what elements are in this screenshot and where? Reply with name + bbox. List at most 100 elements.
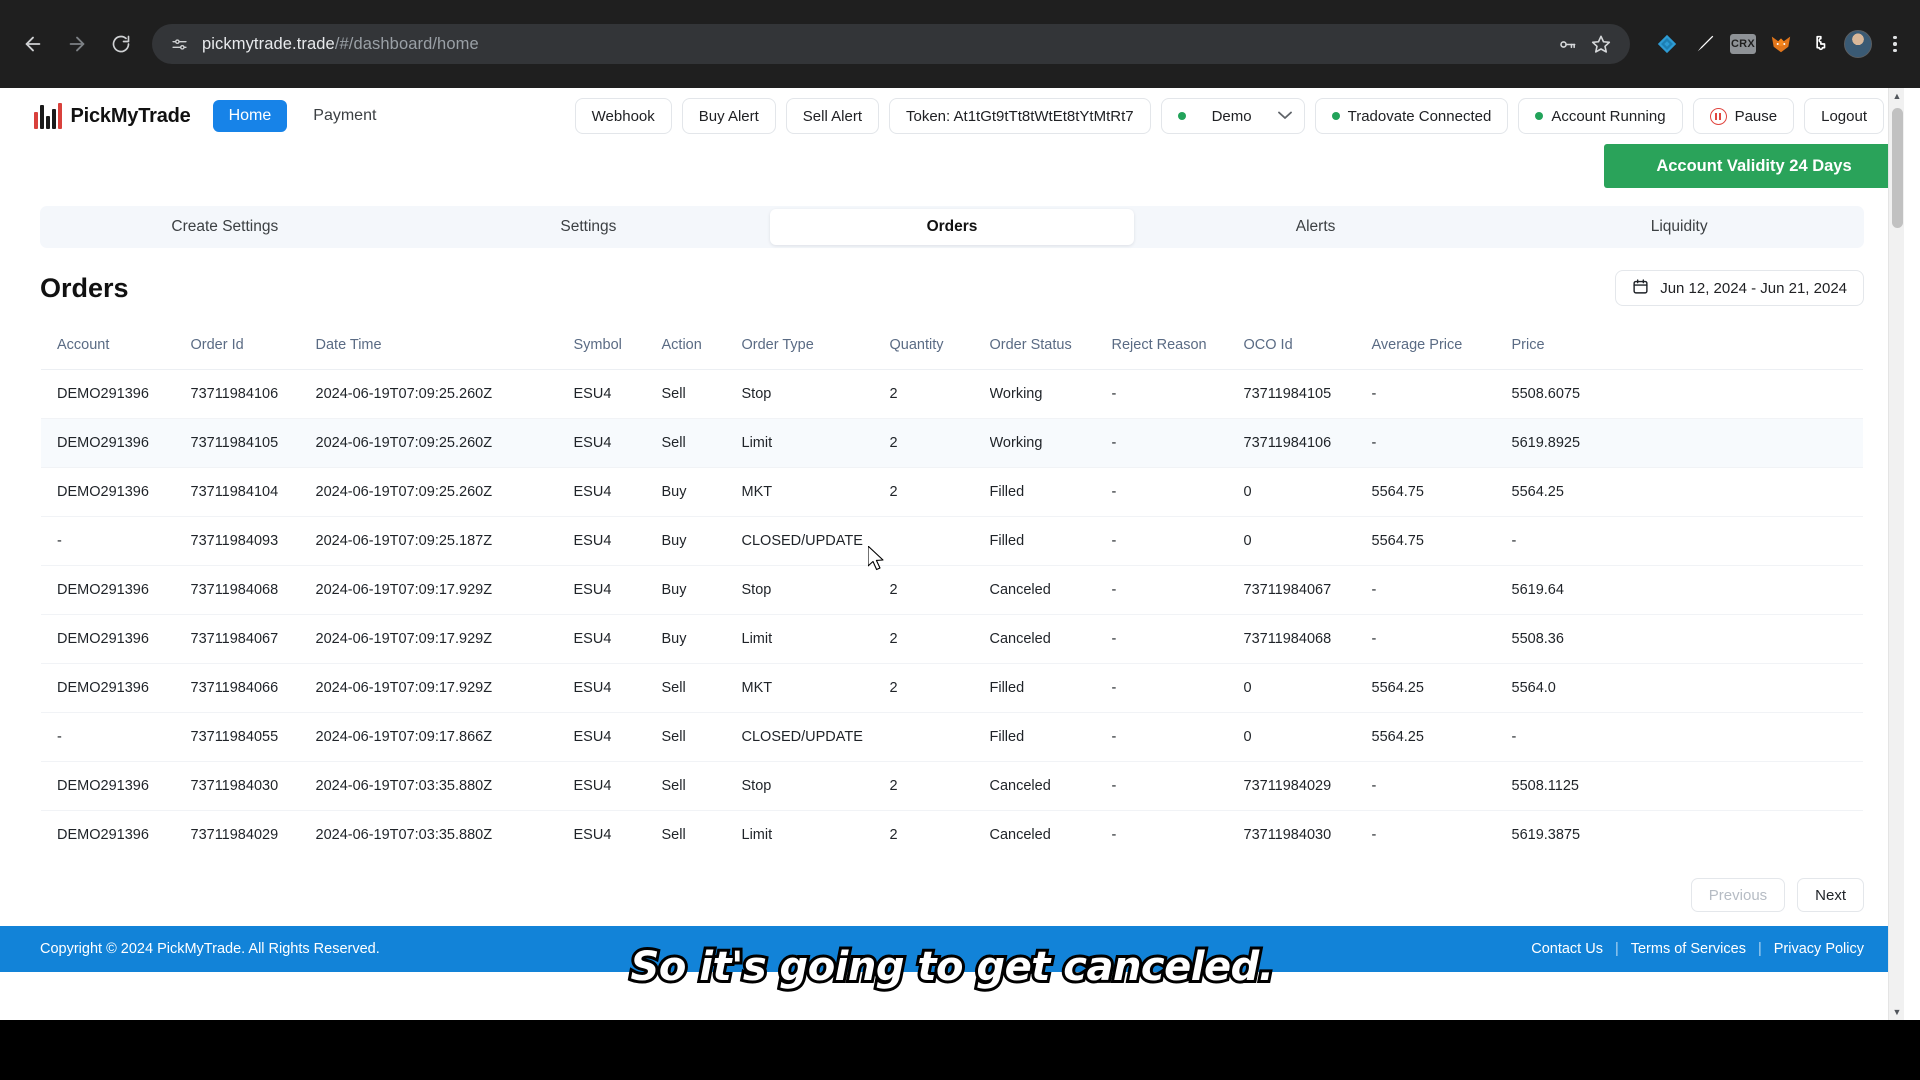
- cell-average-price: 5564.25: [1371, 663, 1512, 713]
- previous-page-button[interactable]: Previous: [1690, 878, 1786, 912]
- account-mode-select[interactable]: Demo: [1160, 98, 1305, 134]
- cell-order-id: 73711984029: [190, 827, 279, 843]
- crx-icon[interactable]: CRX: [1730, 31, 1756, 57]
- tab-orders[interactable]: Orders: [770, 209, 1134, 245]
- back-arrow-icon[interactable]: [14, 25, 52, 63]
- cell-action: Sell: [661, 827, 686, 843]
- sell-alert-button[interactable]: Sell Alert: [785, 98, 879, 134]
- cell-average-price: -: [1371, 761, 1512, 811]
- cell-oco-id: 73711984106: [1243, 418, 1372, 468]
- pause-button[interactable]: Pause: [1692, 98, 1795, 134]
- cell-order-status: Filled: [989, 663, 1112, 713]
- table-row[interactable]: -73711984055 2024-06-19T07:09:17.866Z ESU4…: [41, 712, 1863, 762]
- cell-average-price: -: [1371, 827, 1377, 843]
- forward-arrow-icon[interactable]: [58, 25, 96, 63]
- table-row[interactable]: DEMO291396 73711984029 2024-06-19T07:03:35…: [41, 811, 1863, 860]
- omnibox-actions: [1552, 29, 1616, 59]
- scrollbar-thumb[interactable]: [1891, 108, 1903, 228]
- table-row[interactable]: DEMO291396 73711984066 2024-06-19T07:09:17…: [41, 663, 1863, 713]
- cell-order-status: Filled: [989, 712, 1112, 762]
- cell-reject-reason: -: [1111, 369, 1244, 419]
- col-account: Account: [41, 321, 191, 370]
- page-scrollbar[interactable]: ▲ ▼: [1888, 88, 1904, 1020]
- cell-average-price: -: [1371, 418, 1512, 468]
- next-page-button[interactable]: Next: [1797, 878, 1864, 912]
- site-settings-icon[interactable]: [166, 31, 192, 57]
- cell-oco-id: 73711984029: [1243, 761, 1372, 811]
- nav-item-payment[interactable]: Payment: [297, 100, 392, 132]
- brand[interactable]: PickMyTrade: [34, 103, 191, 129]
- address-bar[interactable]: pickmytrade.trade/#/dashboard/home: [152, 24, 1630, 64]
- table-row[interactable]: DEMO291396 73711984067 2024-06-19T07:09:17…: [41, 614, 1863, 664]
- cell-date-time: 2024-06-19T07:09:17.929Z: [315, 614, 574, 664]
- cell-quantity: 2: [889, 614, 990, 664]
- cell-oco-id: 73711984030: [1243, 827, 1332, 843]
- table-row[interactable]: DEMO291396 73711984068 2024-06-19T07:09:17…: [41, 565, 1863, 615]
- paint-brush-icon[interactable]: [1692, 31, 1718, 57]
- account-validity-banner: Account Validity 24 Days: [1604, 144, 1904, 188]
- cell-reject-reason: -: [1111, 418, 1244, 468]
- extensions-puzzle-icon[interactable]: [1806, 31, 1832, 57]
- table-row[interactable]: DEMO291396 73711984105 2024-06-19T07:09:25…: [41, 418, 1863, 468]
- profile-avatar[interactable]: [1844, 30, 1872, 58]
- date-range-picker[interactable]: Jun 12, 2024 - Jun 21, 2024: [1615, 270, 1864, 306]
- cell-symbol: ESU4: [573, 369, 662, 419]
- cell-order-id: 73711984104: [190, 467, 316, 517]
- logout-button[interactable]: Logout: [1804, 98, 1884, 134]
- reload-icon[interactable]: [102, 25, 140, 63]
- tab-create-settings[interactable]: Create Settings: [43, 209, 407, 245]
- webhook-button[interactable]: Webhook: [574, 98, 672, 134]
- cell-order-status: Canceled: [989, 827, 1051, 843]
- cell-symbol: ESU4: [573, 516, 662, 566]
- cell-order-status: Canceled: [989, 614, 1112, 664]
- tab-liquidity[interactable]: Liquidity: [1497, 209, 1861, 245]
- cell-date-time: 2024-06-19T07:03:35.880Z: [315, 761, 574, 811]
- cell-order-status: Working: [989, 418, 1112, 468]
- footer-links: Contact Us | Terms of Services | Privacy…: [1531, 941, 1864, 957]
- cell-reject-reason: -: [1111, 663, 1244, 713]
- cell-oco-id: 0: [1243, 663, 1372, 713]
- orders-head: Orders Jun 12, 2024 - Jun 21, 2024: [0, 248, 1904, 320]
- footer-link-privacy[interactable]: Privacy Policy: [1774, 941, 1864, 957]
- cell-order-id: 73711984105: [190, 418, 316, 468]
- cell-order-id: 73711984093: [190, 516, 316, 566]
- tab-settings[interactable]: Settings: [407, 209, 771, 245]
- scroll-up-arrow-icon[interactable]: ▲: [1889, 88, 1905, 104]
- cell-account: DEMO291396: [41, 467, 191, 517]
- buy-alert-button[interactable]: Buy Alert: [681, 98, 776, 134]
- password-key-icon[interactable]: [1552, 29, 1582, 59]
- col-symbol: Symbol: [573, 321, 662, 370]
- scroll-down-arrow-icon[interactable]: ▼: [1889, 1004, 1905, 1020]
- web3-wallet-icon[interactable]: [1654, 31, 1680, 57]
- cell-reject-reason: -: [1111, 516, 1244, 566]
- cell-date-time: 2024-06-19T07:03:35.880Z: [315, 827, 493, 843]
- nav-item-home[interactable]: Home: [212, 100, 288, 132]
- footer-link-contact-us[interactable]: Contact Us: [1531, 941, 1603, 957]
- tab-alerts[interactable]: Alerts: [1134, 209, 1498, 245]
- cell-order-type: Stop: [741, 761, 890, 811]
- footer-link-terms[interactable]: Terms of Services: [1631, 941, 1746, 957]
- metamask-fox-icon[interactable]: [1768, 31, 1794, 57]
- cell-account: DEMO291396: [41, 761, 191, 811]
- pause-icon: [1709, 107, 1727, 125]
- cell-account: DEMO291396: [41, 663, 191, 713]
- cell-date-time: 2024-06-19T07:09:17.929Z: [315, 663, 574, 713]
- primary-nav: Home Payment: [212, 100, 393, 132]
- status-dot-green: [1535, 112, 1544, 120]
- cell-date-time: 2024-06-19T07:09:25.260Z: [315, 369, 574, 419]
- cell-action: Sell: [661, 418, 742, 468]
- letterbox-bar: [0, 1020, 1920, 1080]
- three-dot-menu-icon[interactable]: [1884, 35, 1906, 53]
- broker-status-badge[interactable]: Tradovate Connected: [1314, 98, 1509, 134]
- table-row[interactable]: DEMO291396 73711984106 2024-06-19T07:09:25…: [41, 369, 1863, 419]
- token-display[interactable]: Token: At1tGt9tTt8tWtEt8tYtMtRt7: [889, 98, 1151, 134]
- bookmark-star-icon[interactable]: [1586, 29, 1616, 59]
- cell-order-id: 73711984106: [190, 369, 316, 419]
- cell-date-time: 2024-06-19T07:09:17.866Z: [315, 712, 574, 762]
- brand-name: PickMyTrade: [70, 104, 191, 127]
- candlestick-logo-icon: [34, 103, 62, 129]
- table-row[interactable]: DEMO291396 73711984104 2024-06-19T07:09:25…: [41, 467, 1863, 517]
- account-status-badge[interactable]: Account Running: [1518, 98, 1683, 134]
- table-row[interactable]: DEMO291396 73711984030 2024-06-19T07:03:35…: [41, 761, 1863, 811]
- table-row[interactable]: -73711984093 2024-06-19T07:09:25.187Z ESU4…: [41, 516, 1863, 566]
